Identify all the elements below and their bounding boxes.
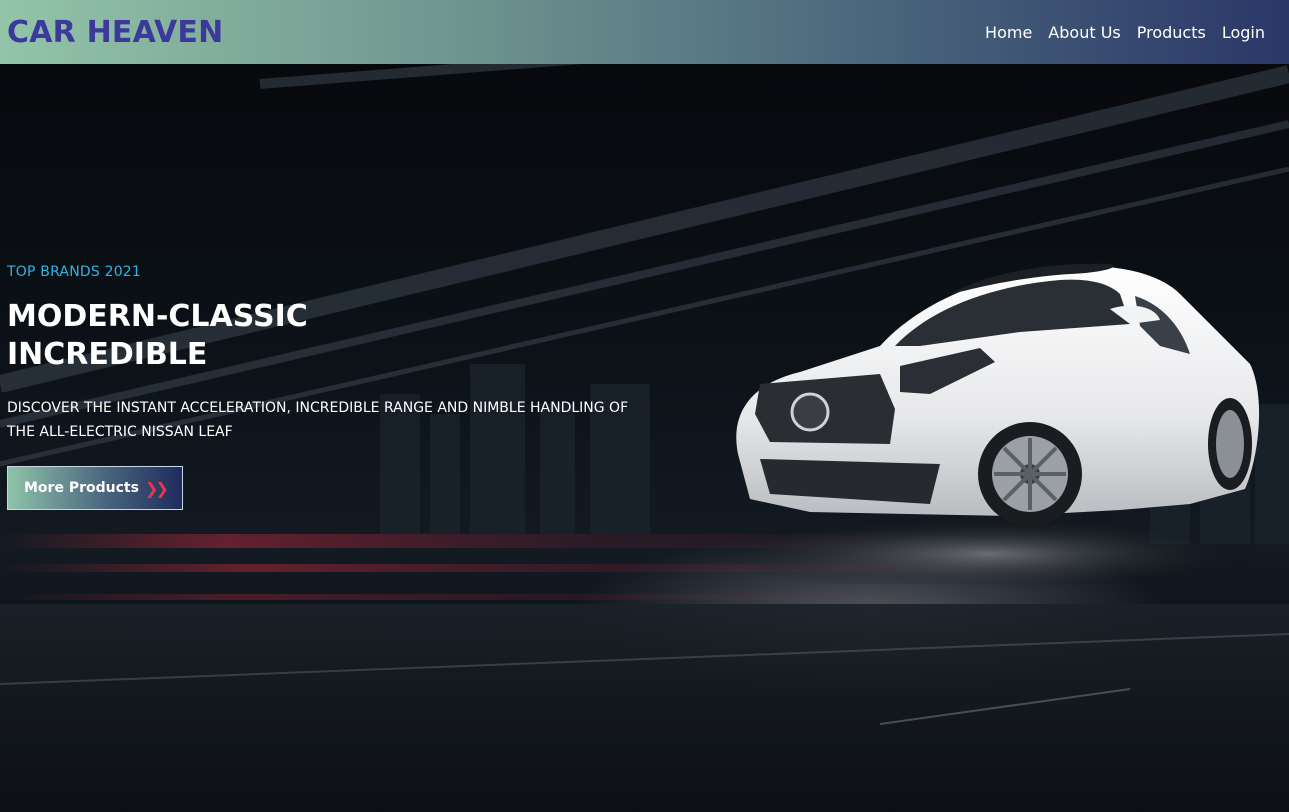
nav-link-home[interactable]: Home <box>985 23 1032 42</box>
hero-description: DISCOVER THE INSTANT ACCELERATION, INCRE… <box>7 400 629 440</box>
nav-link-login[interactable]: Login <box>1222 23 1265 42</box>
more-products-button[interactable]: More Products ❯❯ <box>7 466 183 510</box>
main-nav: Home About Us Products Login <box>985 23 1265 42</box>
sports-car-image <box>710 263 1270 584</box>
nav-link-about-us[interactable]: About Us <box>1048 23 1120 42</box>
top-navbar: CAR HEAVEN Home About Us Products Login <box>0 0 1289 64</box>
hero-content: TOP BRANDS 2021 MODERN-CLASSIC INCREDIBL… <box>7 264 647 510</box>
brand-logo[interactable]: CAR HEAVEN <box>7 15 223 50</box>
more-products-label: More Products <box>24 480 139 496</box>
double-chevron-right-icon: ❯❯ <box>144 478 169 498</box>
hero-headline: MODERN-CLASSIC INCREDIBLE <box>7 299 308 372</box>
hero-tagline: TOP BRANDS 2021 <box>7 264 142 280</box>
hero-section: TOP BRANDS 2021 MODERN-CLASSIC INCREDIBL… <box>0 64 1289 812</box>
nav-link-products[interactable]: Products <box>1137 23 1206 42</box>
